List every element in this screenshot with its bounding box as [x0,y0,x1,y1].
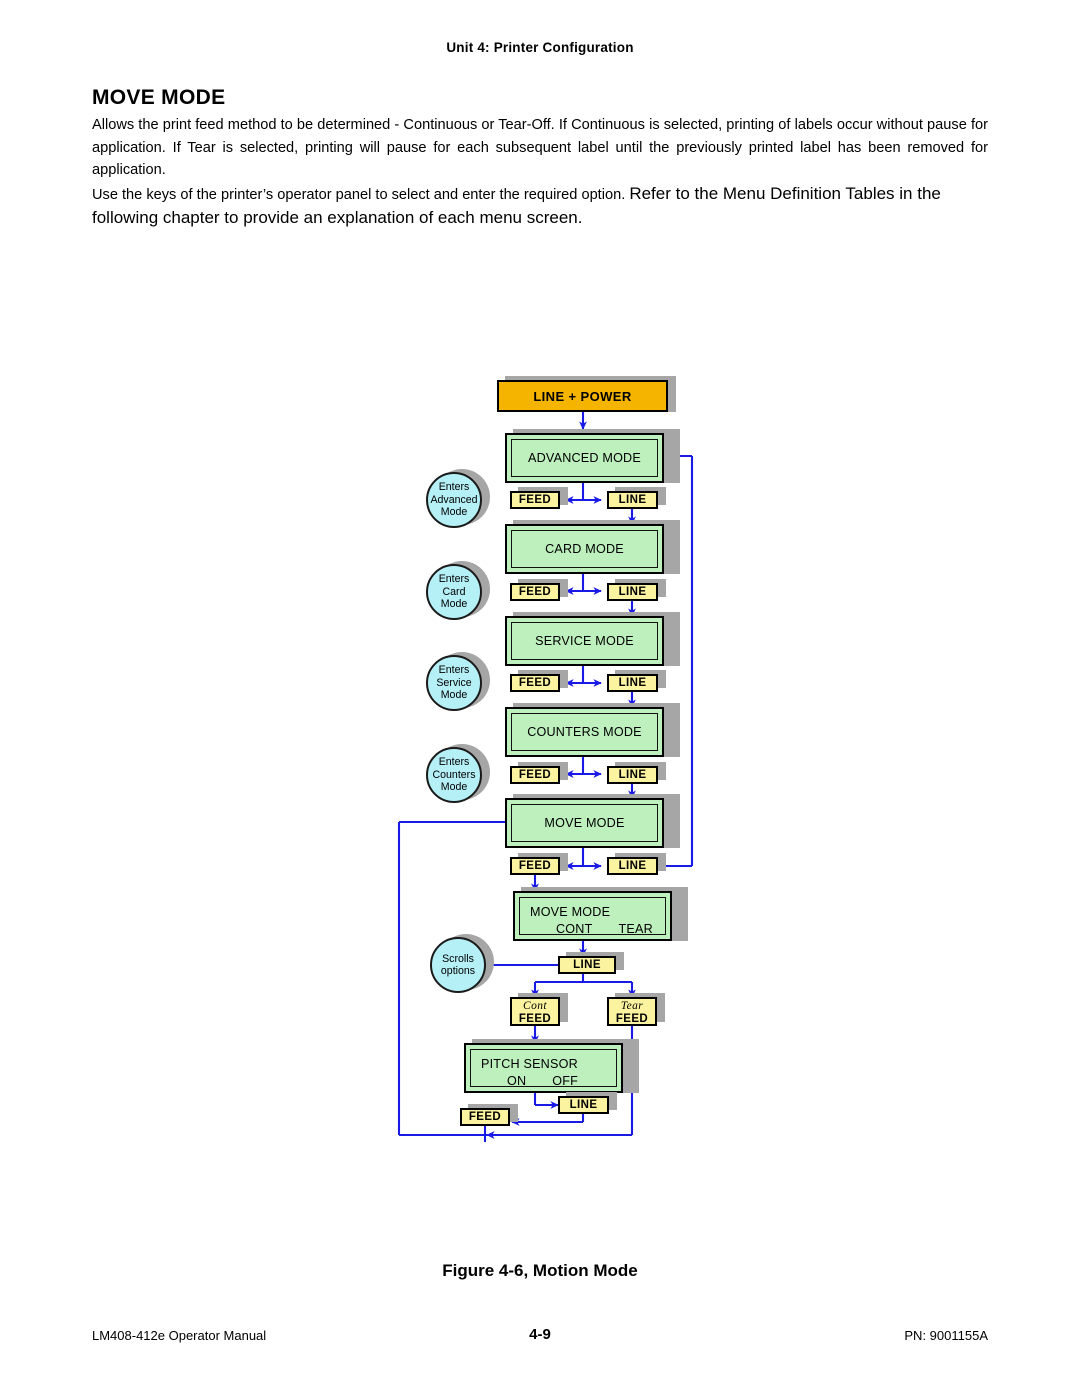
bottom-feed-key-label: FEED [468,1111,502,1123]
line-key-4: LINE [607,766,658,784]
scrolls-options-l1: Scrolls [442,952,474,965]
counters-mode-label: COUNTERS MODE [511,713,658,751]
feed-key-1-label: FEED [518,494,552,506]
annotation-enters-service-mode: Enters Service Mode [426,655,482,711]
feed-key-4: FEED [510,766,560,784]
screen-move-mode: MOVE MODE [505,798,664,848]
feed-key-3-label: FEED [518,677,552,689]
page-title: MOVE MODE [92,86,226,109]
enters-counters-mode-l3: Mode [440,781,468,794]
annotation-scrolls-options: Scrolls options [430,937,486,993]
start-node-line-power: LINE + POWER [497,380,668,412]
enters-advanced-mode-l3: Mode [440,506,468,519]
enters-counters-mode-l1: Enters [438,756,470,769]
feed-key-2: FEED [510,583,560,601]
screen-service-mode: SERVICE MODE [505,616,664,666]
cont-option-label: Cont [523,1000,547,1012]
enters-card-mode-l2: Card Mode [440,585,468,611]
feed-key-4-label: FEED [518,769,552,781]
figure-caption: Figure 4-6, Motion Mode [442,1261,638,1280]
annotation-enters-counters-mode: Enters Counters Mode [426,747,482,803]
pitch-sensor-line1: PITCH SENSOR [481,1057,578,1071]
feed-key-2-label: FEED [518,586,552,598]
move-mode-option-cont: CONT [556,922,593,936]
line-key-3-label: LINE [618,677,647,689]
bottom-feed-key: FEED [460,1108,510,1126]
feed-key-1: FEED [510,491,560,509]
line-key-2: LINE [607,583,658,601]
manual-page: Unit 4: Printer Configuration MOVE MODE … [0,0,1080,1397]
cont-feed-key: Cont FEED [510,997,560,1026]
bottom-line-key: LINE [558,1096,609,1114]
paragraph-2-lead: Use the keys of the printer’s operator p… [92,187,630,203]
cont-feed-key-label: FEED [518,1013,552,1025]
running-head: Unit 4: Printer Configuration [446,40,634,55]
screen-card-mode: CARD MODE [505,524,664,574]
scroll-line-key: LINE [558,956,616,974]
move-mode-options-line1: MOVE MODE [530,905,611,919]
start-node-label: LINE + POWER [533,388,632,404]
body-paragraph-2: Use the keys of the printer’s operator p… [92,183,988,230]
line-key-3: LINE [607,674,658,692]
pitch-sensor-option-off: OFF [552,1074,579,1088]
line-key-2-label: LINE [618,586,647,598]
advanced-mode-label: ADVANCED MODE [511,439,658,477]
enters-advanced-mode-l2: Advanced [430,493,478,506]
line-key-5: LINE [607,857,658,875]
feed-key-3: FEED [510,674,560,692]
footer-part-number: PN: 9001155A [904,1328,988,1343]
line-key-1: LINE [607,491,658,509]
line-key-5-label: LINE [618,860,647,872]
enters-card-mode-l1: Enters [438,573,470,586]
move-mode-label: MOVE MODE [511,804,658,842]
enters-service-mode-l3: Mode [440,689,468,702]
screen-counters-mode: COUNTERS MODE [505,707,664,757]
move-mode-option-tear: TEAR [618,922,653,936]
line-key-4-label: LINE [618,769,647,781]
tear-feed-key: Tear FEED [607,997,657,1026]
service-mode-label: SERVICE MODE [511,622,658,660]
body-paragraph-1: Allows the print feed method to be deter… [92,117,988,178]
tear-feed-key-label: FEED [615,1013,649,1025]
enters-counters-mode-l2: Counters [432,768,476,781]
card-mode-label: CARD MODE [511,530,658,568]
annotation-enters-card-mode: Enters Card Mode [426,564,482,620]
screen-move-mode-options: MOVE MODE CONT TEAR [513,891,672,941]
pitch-sensor-option-on: ON [507,1074,527,1088]
scrolls-options-l2: options [440,965,476,977]
line-key-1-label: LINE [618,494,647,506]
bottom-line-key-label: LINE [569,1099,598,1111]
screen-pitch-sensor: PITCH SENSOR ON OFF [464,1043,623,1093]
feed-key-5: FEED [510,857,560,875]
tear-option-label: Tear [620,1000,644,1012]
feed-key-5-label: FEED [518,860,552,872]
enters-service-mode-l2: Service [436,676,472,689]
screen-advanced-mode: ADVANCED MODE [505,433,664,483]
enters-service-mode-l1: Enters [438,664,470,677]
enters-advanced-mode-l1: Enters [438,481,470,494]
scroll-line-key-label: LINE [573,959,601,971]
annotation-enters-advanced-mode: Enters Advanced Mode [426,472,482,528]
